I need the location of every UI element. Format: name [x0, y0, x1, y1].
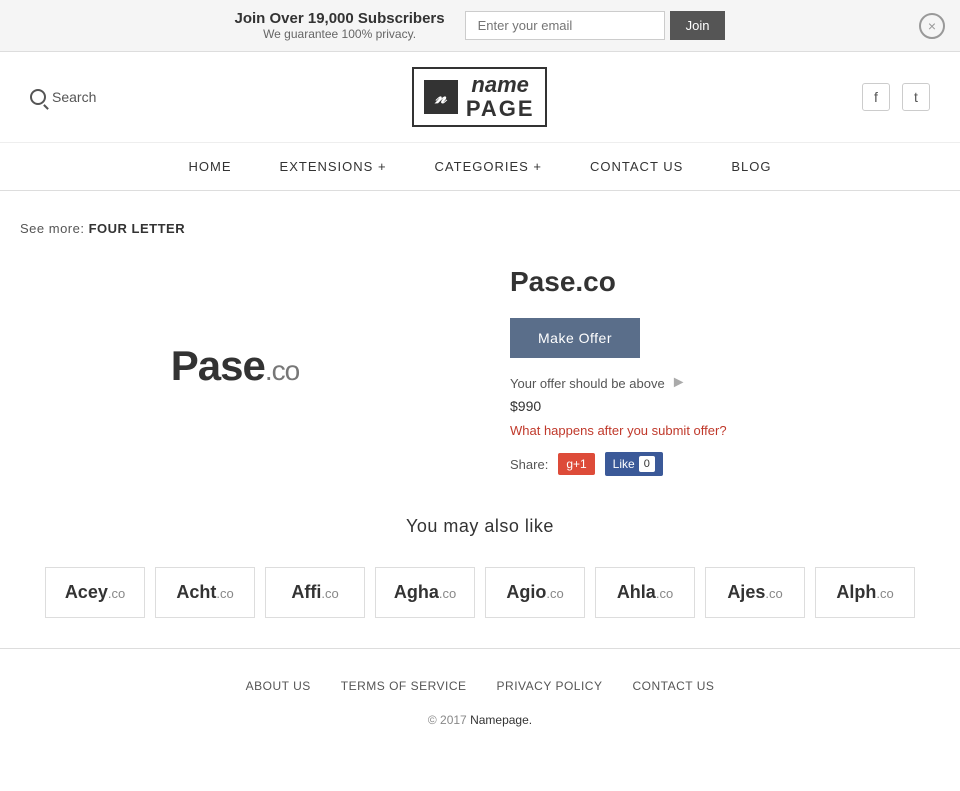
domain-card-name-3: Agha.co — [394, 582, 456, 602]
fb-count: 0 — [639, 456, 655, 472]
footer: ABOUT US TERMS OF SERVICE PRIVACY POLICY… — [0, 648, 960, 757]
nav-contact[interactable]: CONTACT US — [566, 143, 707, 190]
domain-card-3[interactable]: Agha.co — [375, 567, 475, 618]
logo-text: name PAGE — [466, 73, 535, 121]
domain-card-name-0: Acey.co — [65, 582, 125, 602]
logo-icon-letter: 𝓃 — [435, 87, 446, 108]
fb-like-label: Like — [613, 457, 635, 471]
domain-name-display: Pase — [171, 342, 265, 389]
facebook-icon: f — [874, 89, 878, 105]
facebook-link[interactable]: f — [862, 83, 890, 111]
offer-link[interactable]: What happens after you submit offer? — [510, 423, 727, 438]
footer-terms[interactable]: TERMS OF SERVICE — [341, 679, 467, 693]
nav-home[interactable]: HOME — [165, 143, 256, 190]
product-details: Pase.co Make Offer Your offer should be … — [510, 266, 940, 476]
banner-form: Join — [465, 11, 726, 40]
twitter-link[interactable]: t — [902, 83, 930, 111]
logo-box: 𝓃 name PAGE — [412, 67, 547, 127]
domain-card-2[interactable]: Affi.co — [265, 567, 365, 618]
domain-card-6[interactable]: Ajes.co — [705, 567, 805, 618]
domain-card-7[interactable]: Alph.co — [815, 567, 915, 618]
breadcrumb-link[interactable]: FOUR LETTER — [89, 221, 186, 236]
also-like-title: You may also like — [20, 516, 940, 537]
footer-copy-link[interactable]: Namepage. — [470, 713, 532, 727]
offer-info-text: Your offer should be above — [510, 376, 665, 391]
offer-arrow-icon: ► — [671, 374, 687, 392]
main-content: See more: FOUR LETTER Pase.co Pase.co Ma… — [0, 191, 960, 648]
product-section: Pase.co Pase.co Make Offer Your offer sh… — [20, 266, 940, 476]
search-label: Search — [52, 89, 96, 105]
social-links: f t — [862, 83, 930, 111]
email-input[interactable] — [465, 11, 665, 40]
domain-logo-display: Pase.co — [171, 342, 299, 390]
logo-name: name — [466, 73, 535, 97]
close-banner-button[interactable]: × — [919, 13, 945, 39]
footer-about[interactable]: ABOUT US — [246, 679, 311, 693]
breadcrumb: See more: FOUR LETTER — [20, 221, 940, 236]
footer-privacy[interactable]: PRIVACY POLICY — [497, 679, 603, 693]
footer-copyright: © 2017 Namepage. — [20, 713, 940, 727]
fb-like-button[interactable]: Like 0 — [605, 452, 663, 476]
logo[interactable]: 𝓃 name PAGE — [412, 67, 547, 127]
logo-icon: 𝓃 — [424, 80, 458, 114]
gplus-button[interactable]: g+1 — [558, 453, 594, 475]
footer-copy-text: © 2017 — [428, 713, 467, 727]
nav-extensions[interactable]: EXTENSIONS + — [256, 143, 411, 190]
domain-grid: Acey.co Acht.co Affi.co Agha.co — [20, 567, 940, 618]
share-row: Share: g+1 Like 0 — [510, 452, 940, 476]
banner-text: Join Over 19,000 Subscribers We guarante… — [235, 10, 445, 41]
join-button[interactable]: Join — [670, 11, 726, 40]
share-label: Share: — [510, 457, 548, 472]
domain-card-name-7: Alph.co — [836, 582, 893, 602]
logo-page: PAGE — [466, 97, 535, 121]
main-nav: HOME EXTENSIONS + CATEGORIES + CONTACT U… — [0, 143, 960, 191]
banner-sub-text: We guarantee 100% privacy. — [235, 27, 445, 41]
domain-card-name-5: Ahla.co — [617, 582, 673, 602]
product-image: Pase.co — [20, 266, 450, 466]
nav-categories[interactable]: CATEGORIES + — [411, 143, 566, 190]
search-trigger[interactable]: Search — [30, 89, 96, 105]
product-title: Pase.co — [510, 266, 940, 298]
also-like-section: You may also like Acey.co Acht.co Affi.c… — [20, 516, 940, 618]
domain-card-4[interactable]: Agio.co — [485, 567, 585, 618]
footer-links: ABOUT US TERMS OF SERVICE PRIVACY POLICY… — [20, 679, 940, 693]
offer-info: Your offer should be above ► — [510, 374, 940, 392]
domain-card-name-2: Affi.co — [291, 582, 338, 602]
header: Search 𝓃 name PAGE f t — [0, 52, 960, 143]
make-offer-button[interactable]: Make Offer — [510, 318, 640, 358]
see-more-label: See more: — [20, 221, 84, 236]
domain-tld-display: .co — [265, 355, 299, 386]
domain-card-name-6: Ajes.co — [727, 582, 782, 602]
domain-card-name-1: Acht.co — [176, 582, 233, 602]
twitter-icon: t — [914, 89, 918, 105]
domain-card-5[interactable]: Ahla.co — [595, 567, 695, 618]
domain-card-0[interactable]: Acey.co — [45, 567, 145, 618]
offer-price: $990 — [510, 398, 940, 414]
footer-contact[interactable]: CONTACT US — [632, 679, 714, 693]
search-icon — [30, 89, 46, 105]
top-banner: Join Over 19,000 Subscribers We guarante… — [0, 0, 960, 52]
banner-main-text: Join Over 19,000 Subscribers — [235, 10, 445, 27]
domain-card-1[interactable]: Acht.co — [155, 567, 255, 618]
nav-blog[interactable]: BLOG — [707, 143, 795, 190]
domain-card-name-4: Agio.co — [506, 582, 563, 602]
